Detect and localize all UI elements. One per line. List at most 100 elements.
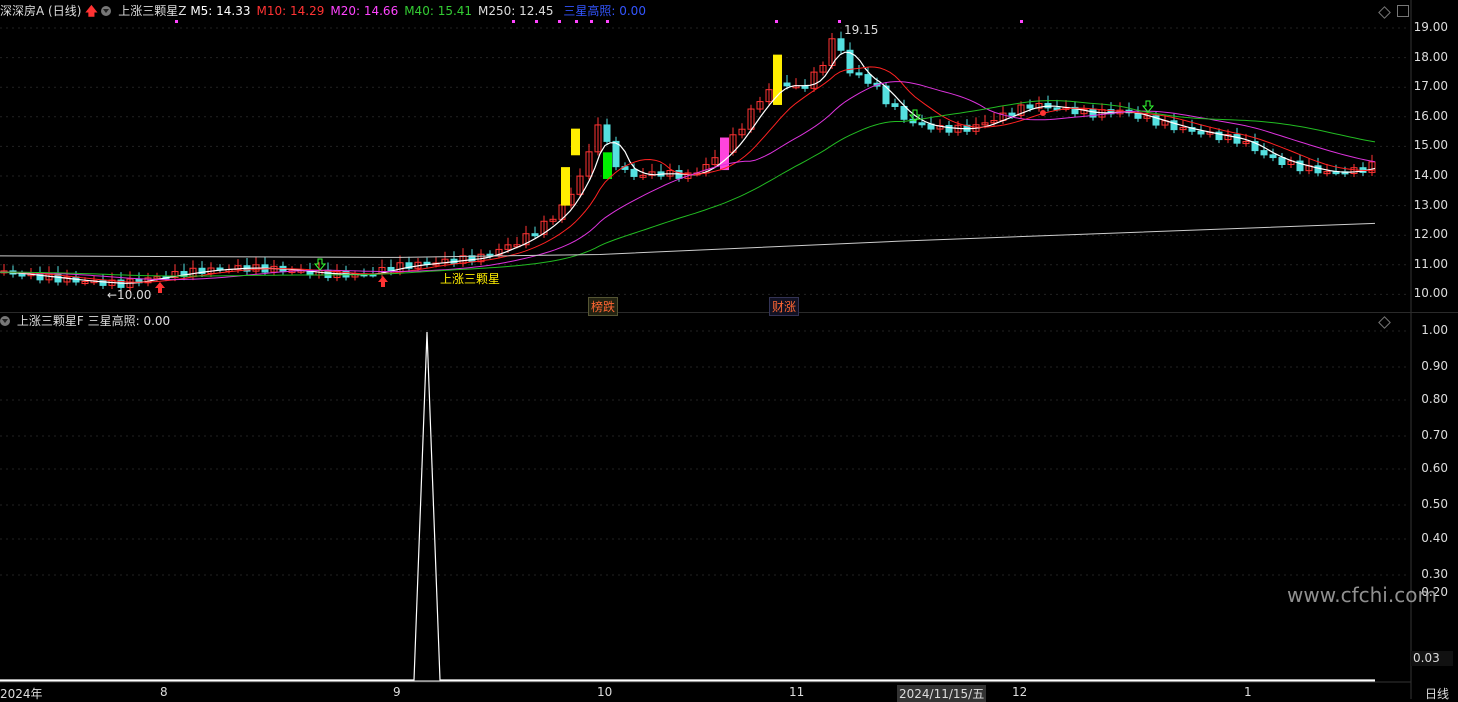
candle-body <box>1008 112 1016 116</box>
price-tick: 18.00 <box>1413 49 1448 64</box>
ma10-line <box>0 66 1376 283</box>
indicator-dropdown-icon[interactable] <box>101 6 112 16</box>
candle-body <box>864 74 872 84</box>
high-price-label: 19.15 <box>844 23 879 37</box>
event-dot <box>1020 20 1023 23</box>
event-tag-1[interactable]: 榜跌 <box>588 297 619 316</box>
event-dot <box>606 20 609 23</box>
candle-body <box>855 72 863 76</box>
candle-body <box>900 105 908 120</box>
sub-tick: 0.50 <box>1421 497 1448 511</box>
date-tick: 9 <box>393 685 401 699</box>
candle-body <box>918 122 926 126</box>
date-tick: 12 <box>1012 685 1028 699</box>
sell-arrow-icon <box>1141 100 1155 113</box>
sub-pane-header: 上涨三颗星F 三星高照: 0.00 <box>0 313 170 329</box>
signal-bar <box>603 152 612 179</box>
price-tick: 11.00 <box>1413 256 1448 271</box>
sub-current-value: 0.03 <box>1411 651 1453 666</box>
price-tick: 19.00 <box>1413 20 1448 34</box>
price-tick: 17.00 <box>1413 79 1448 94</box>
ma40-line <box>0 100 1376 277</box>
signal-label: 三星高照: <box>563 4 616 18</box>
candle-body <box>1314 165 1322 174</box>
event-tag-2[interactable]: 财涨 <box>769 297 800 316</box>
event-dot <box>558 20 561 23</box>
period-label: (日线) <box>48 4 82 18</box>
sell-arrow-icon <box>313 258 327 271</box>
price-tick: 16.00 <box>1413 108 1448 123</box>
price-tick: 15.00 <box>1413 138 1448 153</box>
signal-dot <box>1040 110 1046 116</box>
ma-value-0: M5: 14.33 <box>190 4 251 18</box>
ma-value-2: M20: 14.66 <box>330 4 399 18</box>
candle-body <box>630 168 638 177</box>
signal-value: 0.00 <box>619 4 646 18</box>
event-dot <box>535 20 538 23</box>
candle-body <box>1197 130 1205 135</box>
candle-body <box>1260 150 1268 156</box>
date-tick: 日线 <box>1425 687 1450 701</box>
candle-body <box>1269 154 1277 159</box>
buy-arrow-icon <box>155 282 165 293</box>
candle-body <box>531 233 539 237</box>
price-tick: 14.00 <box>1413 168 1448 182</box>
watermark: www.cfchi.com <box>1287 583 1437 607</box>
ma-value-1: M10: 14.29 <box>256 4 325 18</box>
ma250-line <box>0 222 1376 258</box>
candle-body <box>18 273 26 277</box>
candle-body <box>612 140 620 168</box>
sub-indicator-name[interactable]: 上涨三颗星F <box>17 314 84 328</box>
ma-value-3: M40: 15.41 <box>404 4 473 18</box>
candle-body <box>891 103 899 107</box>
sub-tick: 0.30 <box>1421 567 1448 581</box>
sub-tick: 1.00 <box>1421 323 1448 337</box>
event-dot <box>512 20 515 23</box>
candle-body <box>36 272 44 281</box>
kline-chart[interactable] <box>0 0 1458 699</box>
event-dot <box>175 20 178 23</box>
maximize-icon[interactable] <box>1397 5 1409 17</box>
price-tick: 10.00 <box>1413 286 1448 301</box>
stock-name[interactable]: 深深房A <box>0 4 44 18</box>
sub-indicator-dropdown-icon[interactable] <box>0 316 10 326</box>
pane-separator[interactable] <box>0 312 1458 313</box>
sub-signal-value: 0.00 <box>143 314 171 328</box>
sub-tick: 0.40 <box>1421 531 1448 545</box>
candle-body <box>837 38 845 51</box>
signal-bar <box>561 167 570 206</box>
date-tick: 1 <box>1244 685 1252 699</box>
indicator-name[interactable]: 上涨三颗星Z <box>118 4 186 18</box>
date-tick: 10 <box>597 685 613 699</box>
event-dot <box>775 20 778 23</box>
candle-body <box>1278 157 1286 165</box>
candle-body <box>783 82 791 87</box>
date-tick: 2024/11/15/五 <box>897 685 987 702</box>
ma-value-4: M250: 12.45 <box>478 4 554 18</box>
date-tick: 8 <box>160 685 168 699</box>
event-dot <box>575 20 578 23</box>
event-dot <box>838 20 841 23</box>
candle-body <box>603 124 611 142</box>
low-price-label: ←10.00 <box>107 288 152 302</box>
buy-arrow-icon <box>378 276 388 287</box>
signal-bar <box>571 128 580 156</box>
signal-bar <box>773 54 782 105</box>
price-tick: 12.00 <box>1413 227 1448 242</box>
candle-body <box>945 125 953 133</box>
sub-indicator-line <box>0 331 1375 681</box>
ma5-line <box>0 51 1376 284</box>
sub-tick: 0.70 <box>1421 428 1448 442</box>
red-up-arrow-icon: 🡅 <box>85 4 98 18</box>
star-signal-label: 上涨三颗星 <box>440 272 501 286</box>
date-tick: 2024年 <box>0 687 43 701</box>
sub-tick: 0.90 <box>1421 359 1448 373</box>
candle-body <box>1233 134 1241 144</box>
main-pane-header: 深深房A (日线) 🡅 上涨三颗星Z M5: 14.33 M10: 14.29 M2… <box>0 3 646 19</box>
sub-signal-label: 三星高照: <box>87 314 140 328</box>
price-tick: 13.00 <box>1413 197 1448 212</box>
sub-tick: 0.80 <box>1421 392 1448 406</box>
candle-body <box>1026 104 1034 109</box>
sub-tick: 0.60 <box>1421 461 1448 475</box>
event-dot <box>590 20 593 23</box>
